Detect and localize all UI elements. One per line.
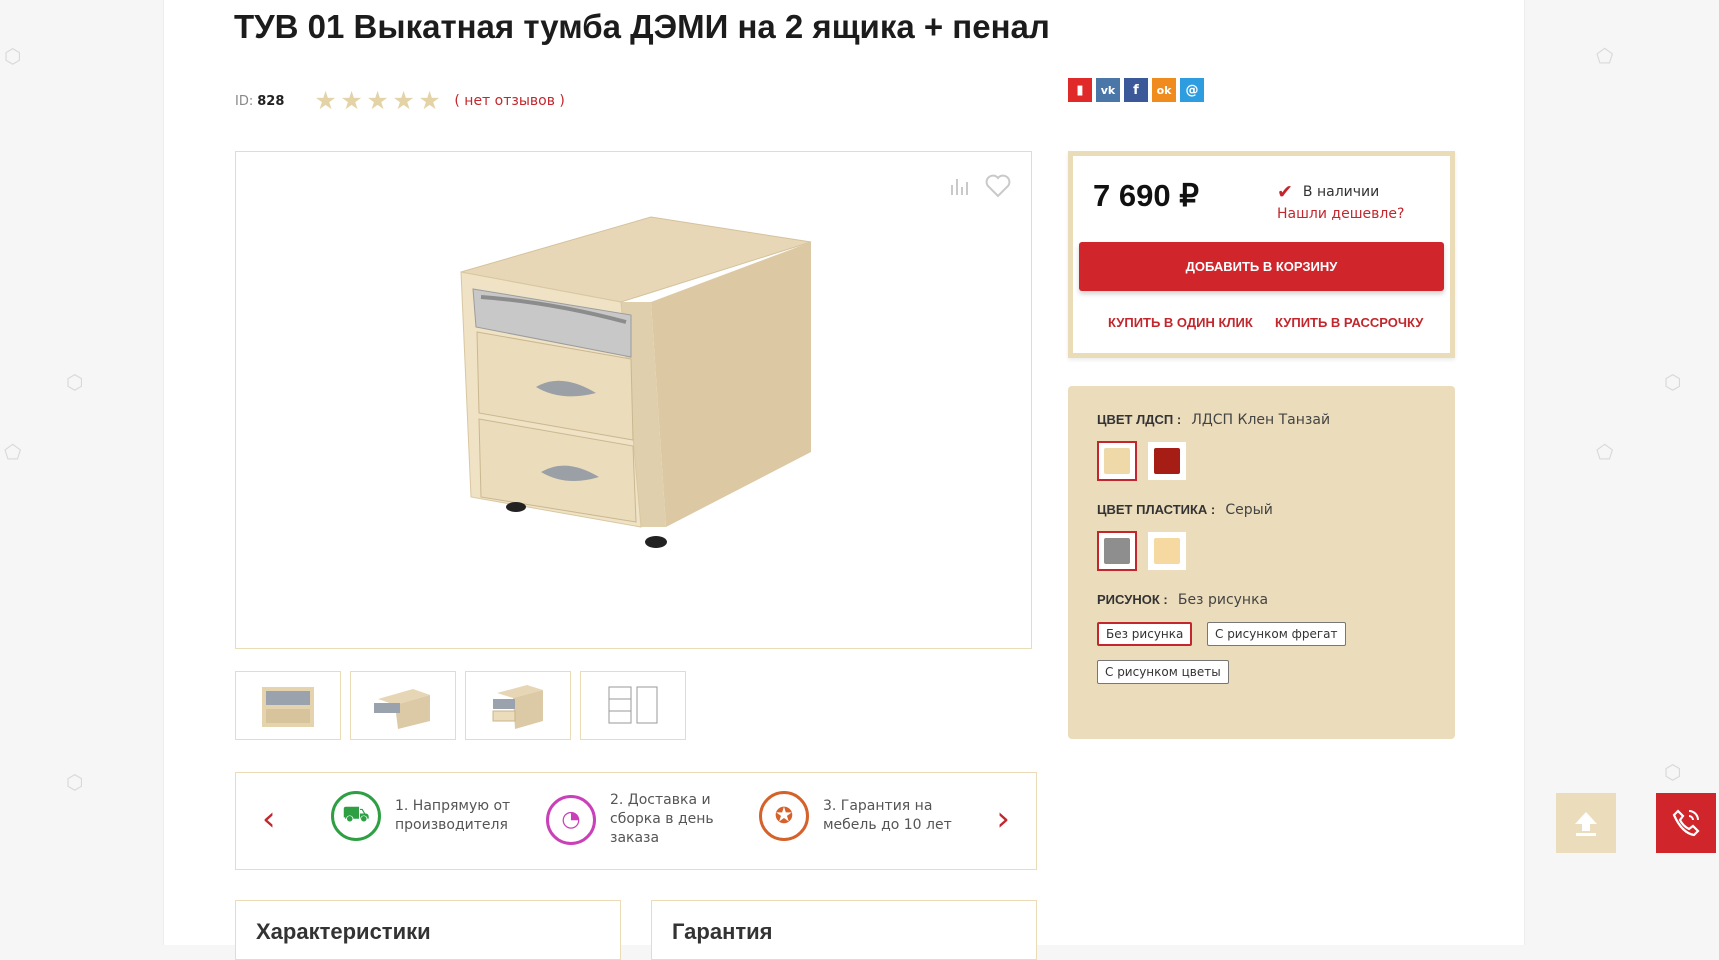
- color-swatch[interactable]: [1147, 441, 1187, 481]
- bg-deco: ⬡: [66, 370, 84, 394]
- star-icon[interactable]: ★: [366, 88, 392, 114]
- product-gallery[interactable]: [235, 151, 1032, 649]
- prev-arrow-icon[interactable]: ‹: [262, 799, 276, 839]
- specs-section[interactable]: Характеристики: [235, 900, 621, 960]
- next-arrow-icon[interactable]: ›: [996, 799, 1010, 839]
- found-cheaper-link[interactable]: Нашли дешевле?: [1277, 206, 1404, 222]
- bg-deco: ⬠: [1596, 440, 1614, 464]
- product-title: ТУВ 01 Выкатная тумба ДЭМИ на 2 ящика + …: [234, 8, 1050, 45]
- product-page: ТУВ 01 Выкатная тумба ДЭМИ на 2 ящика + …: [163, 0, 1525, 960]
- clock-icon: ◔: [546, 794, 596, 845]
- bg-deco: ⬡: [1664, 760, 1682, 784]
- arrow-up-icon: [1575, 812, 1597, 836]
- option-value: Серый: [1225, 502, 1273, 518]
- product-image: [460, 216, 812, 548]
- favorite-icon[interactable]: [985, 174, 1011, 205]
- section-title: Характеристики: [256, 919, 431, 944]
- plastic-color-option: ЦВЕТ ПЛАСТИКА : Серый: [1097, 502, 1273, 518]
- option-label: ЦВЕТ ПЛАСТИКА :: [1097, 502, 1216, 517]
- bg-deco: ⬡: [4, 44, 22, 68]
- thumbnail-strip: [235, 671, 686, 740]
- benefit-text: 2. Доставка и сборка в день заказа: [610, 792, 714, 846]
- thumbnail[interactable]: [465, 671, 571, 740]
- check-icon: ✔: [1277, 181, 1293, 203]
- compare-icon[interactable]: [949, 174, 971, 205]
- benefit-text: 3. Гарантия на мебель до 10 лет: [823, 798, 952, 833]
- star-icon[interactable]: ★: [418, 88, 444, 114]
- phone-icon: [1672, 809, 1700, 837]
- option-value: ЛДСП Клен Танзай: [1191, 412, 1331, 428]
- color-swatch[interactable]: [1147, 531, 1187, 571]
- award-icon: ✪: [759, 791, 809, 841]
- bg-deco: ⬠: [1596, 44, 1614, 68]
- add-to-cart-button[interactable]: ДОБАВИТЬ В КОРЗИНУ: [1079, 242, 1444, 291]
- star-icon[interactable]: ★: [392, 88, 418, 114]
- thumbnail[interactable]: [235, 671, 341, 740]
- thumbnail[interactable]: [350, 671, 456, 740]
- stock-status: ✔ В наличии: [1277, 181, 1379, 203]
- pattern-choice[interactable]: С рисунком цветы: [1097, 660, 1229, 684]
- bg-deco: ⬡: [66, 770, 84, 794]
- option-value: Без рисунка: [1177, 592, 1269, 608]
- benefit-item: ✪ 3. Гарантия на мебель до 10 лет: [759, 791, 953, 841]
- gallery-actions: [949, 174, 1011, 205]
- buy-one-click-link[interactable]: КУПИТЬ В ОДИН КЛИК: [1108, 315, 1253, 330]
- vk-icon[interactable]: vk: [1096, 78, 1120, 102]
- section-title: Гарантия: [672, 919, 773, 944]
- option-label: ЦВЕТ ЛДСП :: [1097, 412, 1182, 427]
- bg-deco: ⬠: [4, 440, 22, 464]
- benefit-item: ◔ 2. Доставка и сборка в день заказа: [546, 791, 740, 848]
- buy-box: 7 690 ₽ ✔ В наличии Нашли дешевле? ДОБАВ…: [1068, 151, 1455, 358]
- thumbnail[interactable]: [580, 671, 686, 740]
- share-buttons: ▮ vk f ok @: [1068, 78, 1204, 102]
- pattern-choice[interactable]: С рисунком фрегат: [1207, 622, 1346, 646]
- callback-button[interactable]: [1656, 793, 1716, 853]
- ldsp-color-option: ЦВЕТ ЛДСП : ЛДСП Клен Танзай: [1097, 412, 1330, 428]
- product-meta: ID: 828 ★ ★ ★ ★ ★ ( нет отзывов ): [235, 88, 565, 114]
- stock-label: В наличии: [1302, 184, 1380, 200]
- buy-installment-link[interactable]: КУПИТЬ В РАССРОЧКУ: [1275, 315, 1423, 330]
- benefit-text: 1. Напрямую от производителя: [395, 798, 511, 833]
- option-label: РИСУНОК :: [1097, 592, 1168, 607]
- reviews-link[interactable]: ( нет отзывов ): [454, 93, 564, 109]
- bookmark-icon[interactable]: ▮: [1068, 78, 1092, 102]
- moimir-icon[interactable]: @: [1180, 78, 1204, 102]
- bg-deco: ⬡: [1664, 370, 1682, 394]
- warranty-section[interactable]: Гарантия: [651, 900, 1037, 960]
- truck-icon: ⛟: [331, 791, 381, 841]
- star-icon[interactable]: ★: [340, 88, 366, 114]
- pattern-option: РИСУНОК : Без рисунка: [1097, 592, 1268, 608]
- benefits-carousel: ‹ ⛟ 1. Напрямую от производителя ◔ 2. До…: [235, 772, 1037, 870]
- color-swatch[interactable]: [1097, 531, 1137, 571]
- price: 7 690 ₽: [1093, 178, 1199, 213]
- benefit-item: ⛟ 1. Напрямую от производителя: [331, 791, 525, 841]
- id-value: 828: [257, 93, 285, 109]
- odnoklassniki-icon[interactable]: ok: [1152, 78, 1176, 102]
- pattern-choice[interactable]: Без рисунка: [1097, 622, 1193, 646]
- color-swatch[interactable]: [1097, 441, 1137, 481]
- scroll-to-top-button[interactable]: [1556, 793, 1616, 853]
- facebook-icon[interactable]: f: [1124, 78, 1148, 102]
- rating-stars[interactable]: ★ ★ ★ ★ ★: [314, 88, 444, 114]
- star-icon[interactable]: ★: [314, 88, 340, 114]
- product-options: ЦВЕТ ЛДСП : ЛДСП Клен Танзай ЦВЕТ ПЛАСТИ…: [1068, 386, 1455, 739]
- id-label: ID:: [235, 93, 254, 109]
